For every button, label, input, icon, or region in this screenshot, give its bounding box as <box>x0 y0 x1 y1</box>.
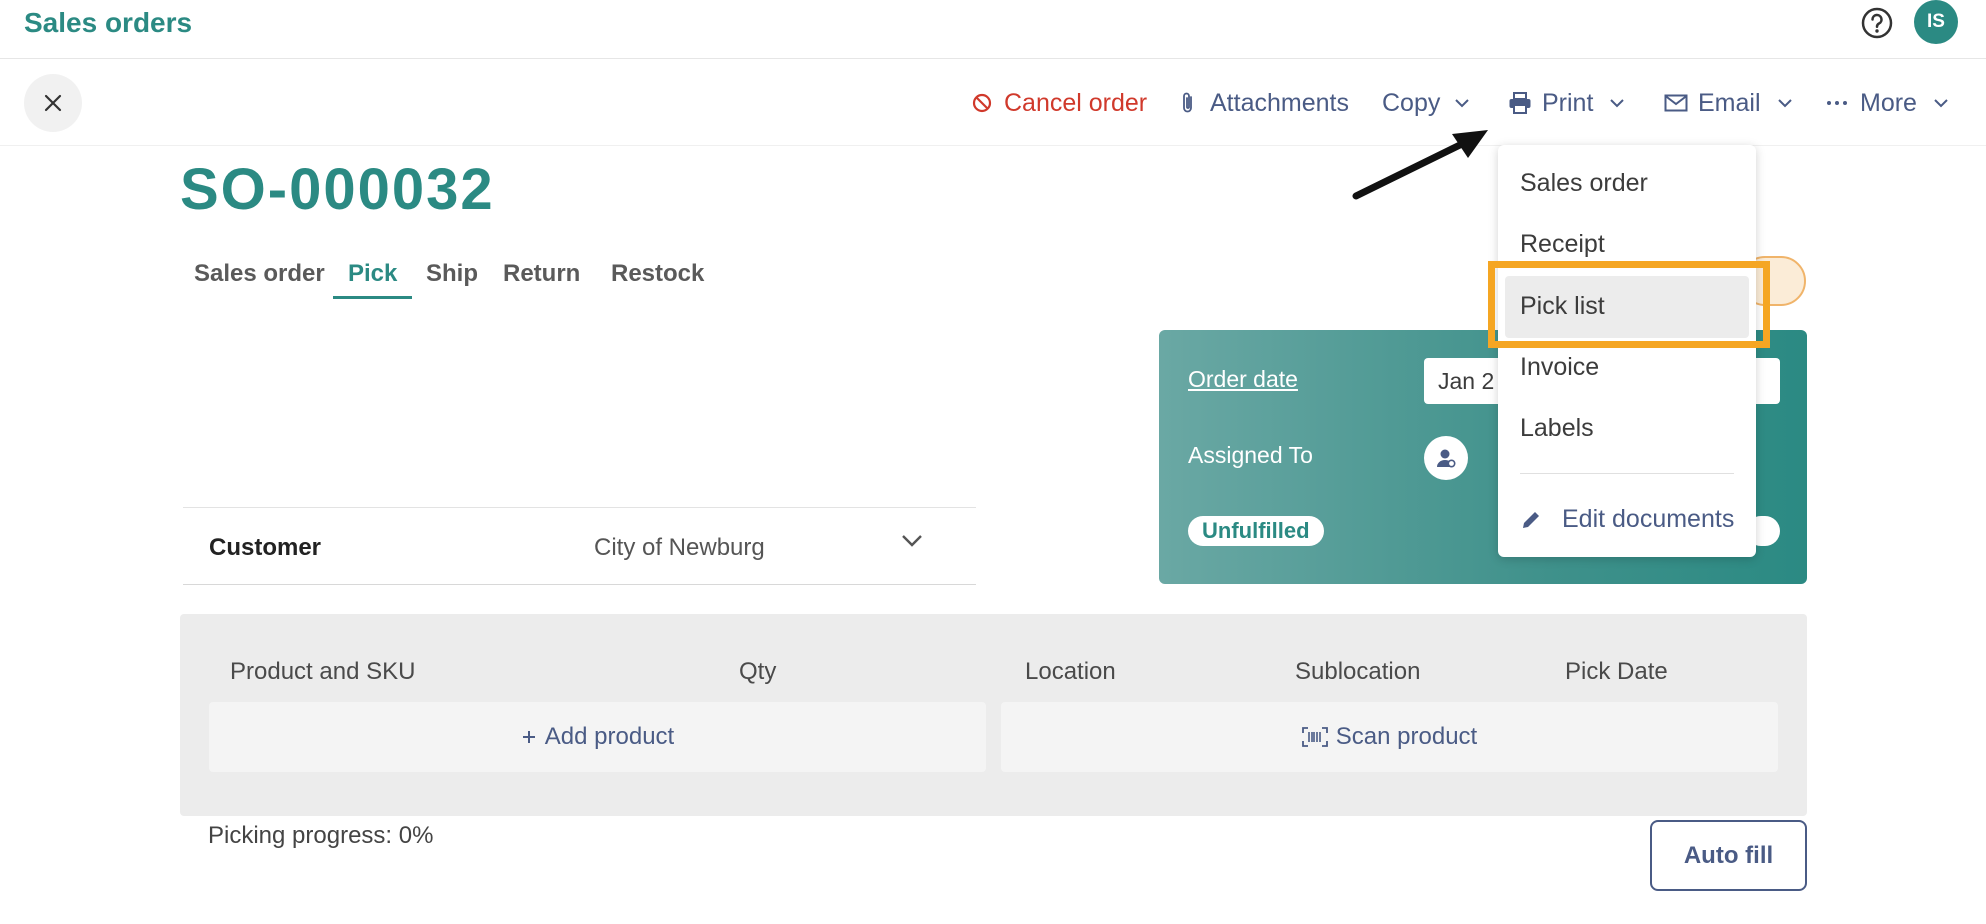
column-header-qty: Qty <box>739 658 777 685</box>
cancel-order-label: Cancel order <box>1004 88 1148 117</box>
order-toolbar: Cancel order Attachments Copy Print Emai… <box>0 60 1986 146</box>
mail-icon <box>1664 94 1688 112</box>
tab-restock[interactable]: Restock <box>611 256 704 292</box>
menu-divider <box>1520 473 1734 474</box>
column-header-sublocation: Sublocation <box>1295 658 1421 685</box>
email-button[interactable]: Email <box>1664 86 1793 120</box>
cancel-icon <box>972 93 992 113</box>
menu-item-sales-order[interactable]: Sales order <box>1520 169 1648 198</box>
close-button[interactable] <box>24 74 82 132</box>
more-button[interactable]: More <box>1826 86 1949 120</box>
person-icon <box>1437 449 1456 468</box>
chevron-down-icon <box>1455 99 1470 108</box>
printer-icon <box>1509 92 1531 114</box>
customer-selector[interactable]: Customer City of Newburg <box>183 507 976 585</box>
pick-lines-panel: Product and SKU Qty Location Sublocation… <box>180 614 1807 816</box>
email-label: Email <box>1698 88 1761 117</box>
active-tab-indicator <box>333 296 412 299</box>
paperclip-icon <box>1183 92 1192 113</box>
arrow-annotation <box>1352 130 1488 200</box>
print-label: Print <box>1542 88 1594 117</box>
app-title[interactable]: Sales orders <box>24 6 192 40</box>
chevron-down-icon <box>1934 99 1948 108</box>
auto-fill-button[interactable]: Auto fill <box>1650 820 1807 891</box>
order-number: SO-000032 <box>180 157 495 222</box>
column-header-product: Product and SKU <box>230 658 416 685</box>
customer-label: Customer <box>209 534 322 561</box>
chevron-down-icon <box>1777 99 1792 108</box>
pencil-icon <box>1523 511 1539 528</box>
print-menu: Sales order Receipt Pick list Invoice La… <box>1498 145 1756 557</box>
edit-documents-button[interactable]: Edit documents <box>1520 505 1734 534</box>
customer-value: City of Newburg <box>594 534 765 561</box>
dots-icon <box>1827 101 1847 105</box>
status-badge: Unfulfilled <box>1188 516 1324 546</box>
print-button[interactable]: Print <box>1508 86 1625 120</box>
copy-button[interactable]: Copy <box>1382 86 1470 120</box>
menu-item-receipt[interactable]: Receipt <box>1520 230 1605 259</box>
edit-documents-label: Edit documents <box>1562 505 1735 533</box>
pick-list-highlight <box>1488 261 1770 348</box>
attachments-button[interactable]: Attachments <box>1180 86 1349 120</box>
scan-product-button[interactable]: Scan product <box>1001 702 1778 772</box>
assign-user-button[interactable] <box>1424 436 1468 480</box>
tab-sales-order[interactable]: Sales order <box>194 256 325 292</box>
more-label: More <box>1860 88 1917 117</box>
column-header-pick-date: Pick Date <box>1565 658 1668 685</box>
copy-label: Copy <box>1382 88 1441 117</box>
assigned-to-label: Assigned To <box>1188 442 1313 468</box>
cancel-order-button[interactable]: Cancel order <box>972 86 1147 120</box>
top-bar: Sales orders IS <box>0 0 1986 59</box>
chevron-down-icon <box>902 535 922 547</box>
order-date-label[interactable]: Order date <box>1188 366 1298 393</box>
scan-product-label: Scan product <box>1335 723 1478 750</box>
add-product-label: Add product <box>544 723 675 750</box>
plus-icon <box>522 731 535 743</box>
menu-item-labels[interactable]: Labels <box>1520 414 1594 443</box>
close-icon <box>44 94 62 112</box>
add-product-button[interactable]: Add product <box>209 702 986 772</box>
user-avatar[interactable]: IS <box>1914 0 1958 44</box>
column-header-location: Location <box>1025 658 1116 685</box>
tab-return[interactable]: Return <box>503 256 580 292</box>
barcode-icon <box>1301 727 1328 747</box>
help-icon[interactable] <box>1860 6 1894 40</box>
tab-pick[interactable]: Pick <box>348 256 397 292</box>
tab-ship[interactable]: Ship <box>426 256 478 292</box>
chevron-down-icon <box>1610 99 1625 108</box>
attachments-label: Attachments <box>1210 88 1349 117</box>
picking-progress: Picking progress: 0% <box>208 822 434 849</box>
menu-item-invoice[interactable]: Invoice <box>1520 353 1599 382</box>
